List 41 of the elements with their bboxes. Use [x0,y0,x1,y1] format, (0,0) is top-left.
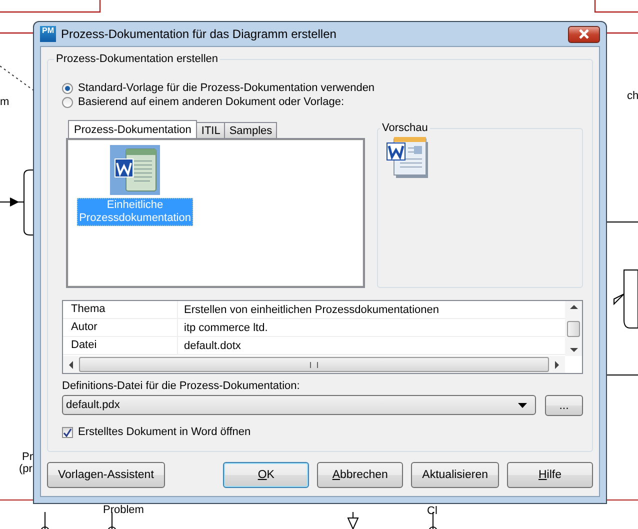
property-value: Erstellen von einheitlichen Prozessdokumentationen [183,304,439,316]
radio-option[interactable]: Standard-Vorlage für die Prozess-Dokumentation verwenden [62,82,375,94]
diagram-label: (pr [19,463,32,475]
property-value: default.dotx [183,340,241,352]
diagram-label: Problem [103,504,144,516]
dialog-button[interactable]: Aktualisieren [411,462,499,488]
property-name: Autor [63,319,178,336]
field-label: Definitions-Datei für die Prozess-Dokumentation: [62,380,300,392]
tab[interactable]: Prozess-Dokumentation [68,120,198,138]
close-icon [578,29,590,39]
down-arrow-icon [570,347,578,353]
tab[interactable]: ITIL [196,122,226,138]
preview-title: Vorschau [381,122,429,134]
open-in-word-checkbox[interactable]: Erstelltes Dokument in Word öffnen [62,426,251,438]
app-icon: PM [40,26,56,42]
tab[interactable]: Samples [224,122,278,138]
check-icon [63,428,72,436]
word-document-icon [110,145,160,195]
property-name: Thema [63,301,178,318]
diagram-label: m [0,96,10,108]
right-arrow-icon [554,360,560,368]
dialog-button[interactable]: Abbrechen [317,462,404,488]
dropdown-caret-icon [518,402,527,408]
browse-button[interactable]: ... [545,395,583,416]
property-name: Datei [63,337,178,354]
vertical-scrollbar[interactable] [565,301,582,356]
definition-file-dropdown[interactable]: default.pdx [62,395,536,415]
diagram-label: ch [627,90,638,102]
diagram-label: Cl [427,505,438,517]
dialog-button[interactable]: Vorlagen-Assistent [47,462,165,488]
horizontal-scrollbar[interactable] [63,356,565,373]
property-value: itp commerce ltd. [183,322,268,334]
up-arrow-icon [570,304,578,310]
window-title: Prozess-Dokumentation für das Diagramm erstellen [61,27,338,41]
dialog-button[interactable]: OK [223,462,310,488]
left-arrow-icon [68,360,74,368]
diagram-label: Pr [22,451,33,463]
radio-option[interactable]: Basierend auf einem anderen Dokument oder Vorlage: [62,96,344,108]
group-title: Prozess-Dokumentation erstellen [55,53,220,65]
close-button[interactable] [568,26,600,42]
dialog-button[interactable]: Hilfe [507,462,593,488]
